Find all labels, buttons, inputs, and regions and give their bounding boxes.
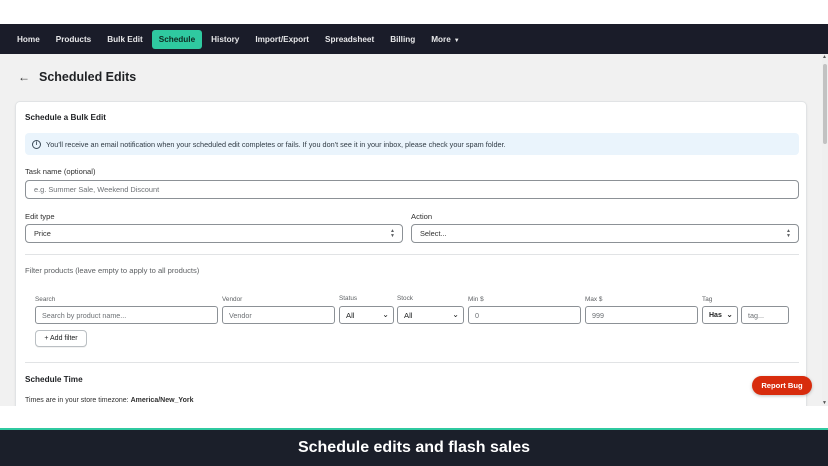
card-title: Schedule a Bulk Edit — [25, 113, 106, 122]
filter-vendor-input[interactable]: Vendor — [222, 306, 335, 324]
caret-down-icon: ▼ — [453, 37, 460, 44]
filter-max-input[interactable]: 999 — [585, 306, 698, 324]
action-value: Select... — [420, 229, 447, 238]
caption-text: Schedule edits and flash sales — [297, 439, 531, 456]
filter-heading: Filter products (leave empty to apply to… — [25, 266, 200, 275]
edit-type-select[interactable]: Price ▲ ▼ — [25, 224, 403, 243]
timezone-line: Times are in your store timezone: Americ… — [25, 397, 193, 404]
report-bug-button[interactable]: Report Bug — [752, 376, 812, 395]
select-arrows-icon: ▲ ▼ — [786, 228, 791, 239]
filter-status-label: Status — [339, 295, 358, 302]
chevron-down-icon: ⌄ — [726, 310, 733, 319]
nav-history[interactable]: History — [204, 30, 246, 49]
nav-more-label: More — [431, 34, 451, 44]
action-label: Action — [411, 212, 433, 221]
filter-stock-value: All — [404, 310, 413, 320]
caption-bar: Schedule edits and flash sales — [0, 428, 828, 466]
nav-home[interactable]: Home — [10, 30, 47, 49]
info-icon: i — [32, 139, 41, 149]
schedule-card: Schedule a Bulk Edit i You'll receive an… — [15, 101, 807, 406]
scroll-up-icon[interactable]: ▲ — [822, 54, 827, 60]
filter-search-input[interactable]: Search by product name... — [35, 306, 218, 324]
bottom-margin — [0, 406, 828, 428]
divider — [25, 362, 799, 363]
back-arrow-icon[interactable]: ← — [18, 71, 30, 83]
edit-type-value: Price — [34, 229, 51, 238]
filter-tag-input[interactable]: tag... — [741, 306, 789, 324]
filter-vendor-label: Vendor — [222, 296, 243, 303]
filter-search-label: Search — [35, 296, 56, 303]
app-content: ← Scheduled Edits Schedule a Bulk Edit i… — [0, 54, 822, 406]
filter-min-label: Min $ — [468, 296, 484, 303]
filter-max-label: Max $ — [585, 296, 603, 303]
nav-import-export[interactable]: Import/Export — [248, 30, 316, 49]
action-select[interactable]: Select... ▲ ▼ — [411, 224, 799, 243]
nav-bulk-edit[interactable]: Bulk Edit — [100, 30, 149, 49]
nav-spreadsheet[interactable]: Spreadsheet — [318, 30, 381, 49]
filter-tag-label: Tag — [702, 296, 713, 303]
page-title: Scheduled Edits — [39, 70, 137, 84]
select-arrows-icon: ▲ ▼ — [390, 228, 395, 239]
edit-type-label: Edit type — [25, 212, 55, 221]
nav-billing[interactable]: Billing — [383, 30, 422, 49]
filter-status-value: All — [346, 310, 355, 320]
task-name-input[interactable]: e.g. Summer Sale, Weekend Discount — [25, 180, 799, 199]
timezone-prefix: Times are in your store timezone: — [25, 397, 129, 404]
divider — [25, 254, 799, 255]
schedule-time-title: Schedule Time — [25, 375, 83, 384]
filter-tag-mode-select[interactable]: Has ⌄ — [702, 306, 738, 324]
top-nav: Home Products Bulk Edit Schedule History… — [0, 24, 828, 54]
filter-status-select[interactable]: All ⌄ — [339, 306, 394, 324]
nav-products[interactable]: Products — [49, 30, 99, 49]
nav-schedule[interactable]: Schedule — [151, 29, 203, 49]
add-filter-button[interactable]: + Add filter — [35, 330, 87, 347]
scroll-thumb[interactable] — [823, 64, 827, 144]
scrollbar[interactable]: ▲ ▼ — [822, 54, 828, 406]
top-margin — [0, 0, 828, 24]
page-header: ← Scheduled Edits — [18, 70, 136, 84]
banner-text: You'll receive an email notification whe… — [46, 139, 506, 149]
filter-tag-mode-value: Has — [709, 311, 722, 319]
chevron-down-icon: ⌄ — [452, 310, 459, 319]
task-name-label: Task name (optional) — [25, 167, 96, 176]
info-banner: i You'll receive an email notification w… — [25, 133, 799, 155]
nav-more[interactable]: More ▼ — [424, 30, 467, 49]
filter-stock-select[interactable]: All ⌄ — [397, 306, 464, 324]
filter-stock-label: Stock — [397, 295, 413, 302]
chevron-down-icon: ⌄ — [382, 310, 389, 319]
timezone-value: America/New_York — [130, 397, 194, 404]
filter-min-input[interactable]: 0 — [468, 306, 581, 324]
